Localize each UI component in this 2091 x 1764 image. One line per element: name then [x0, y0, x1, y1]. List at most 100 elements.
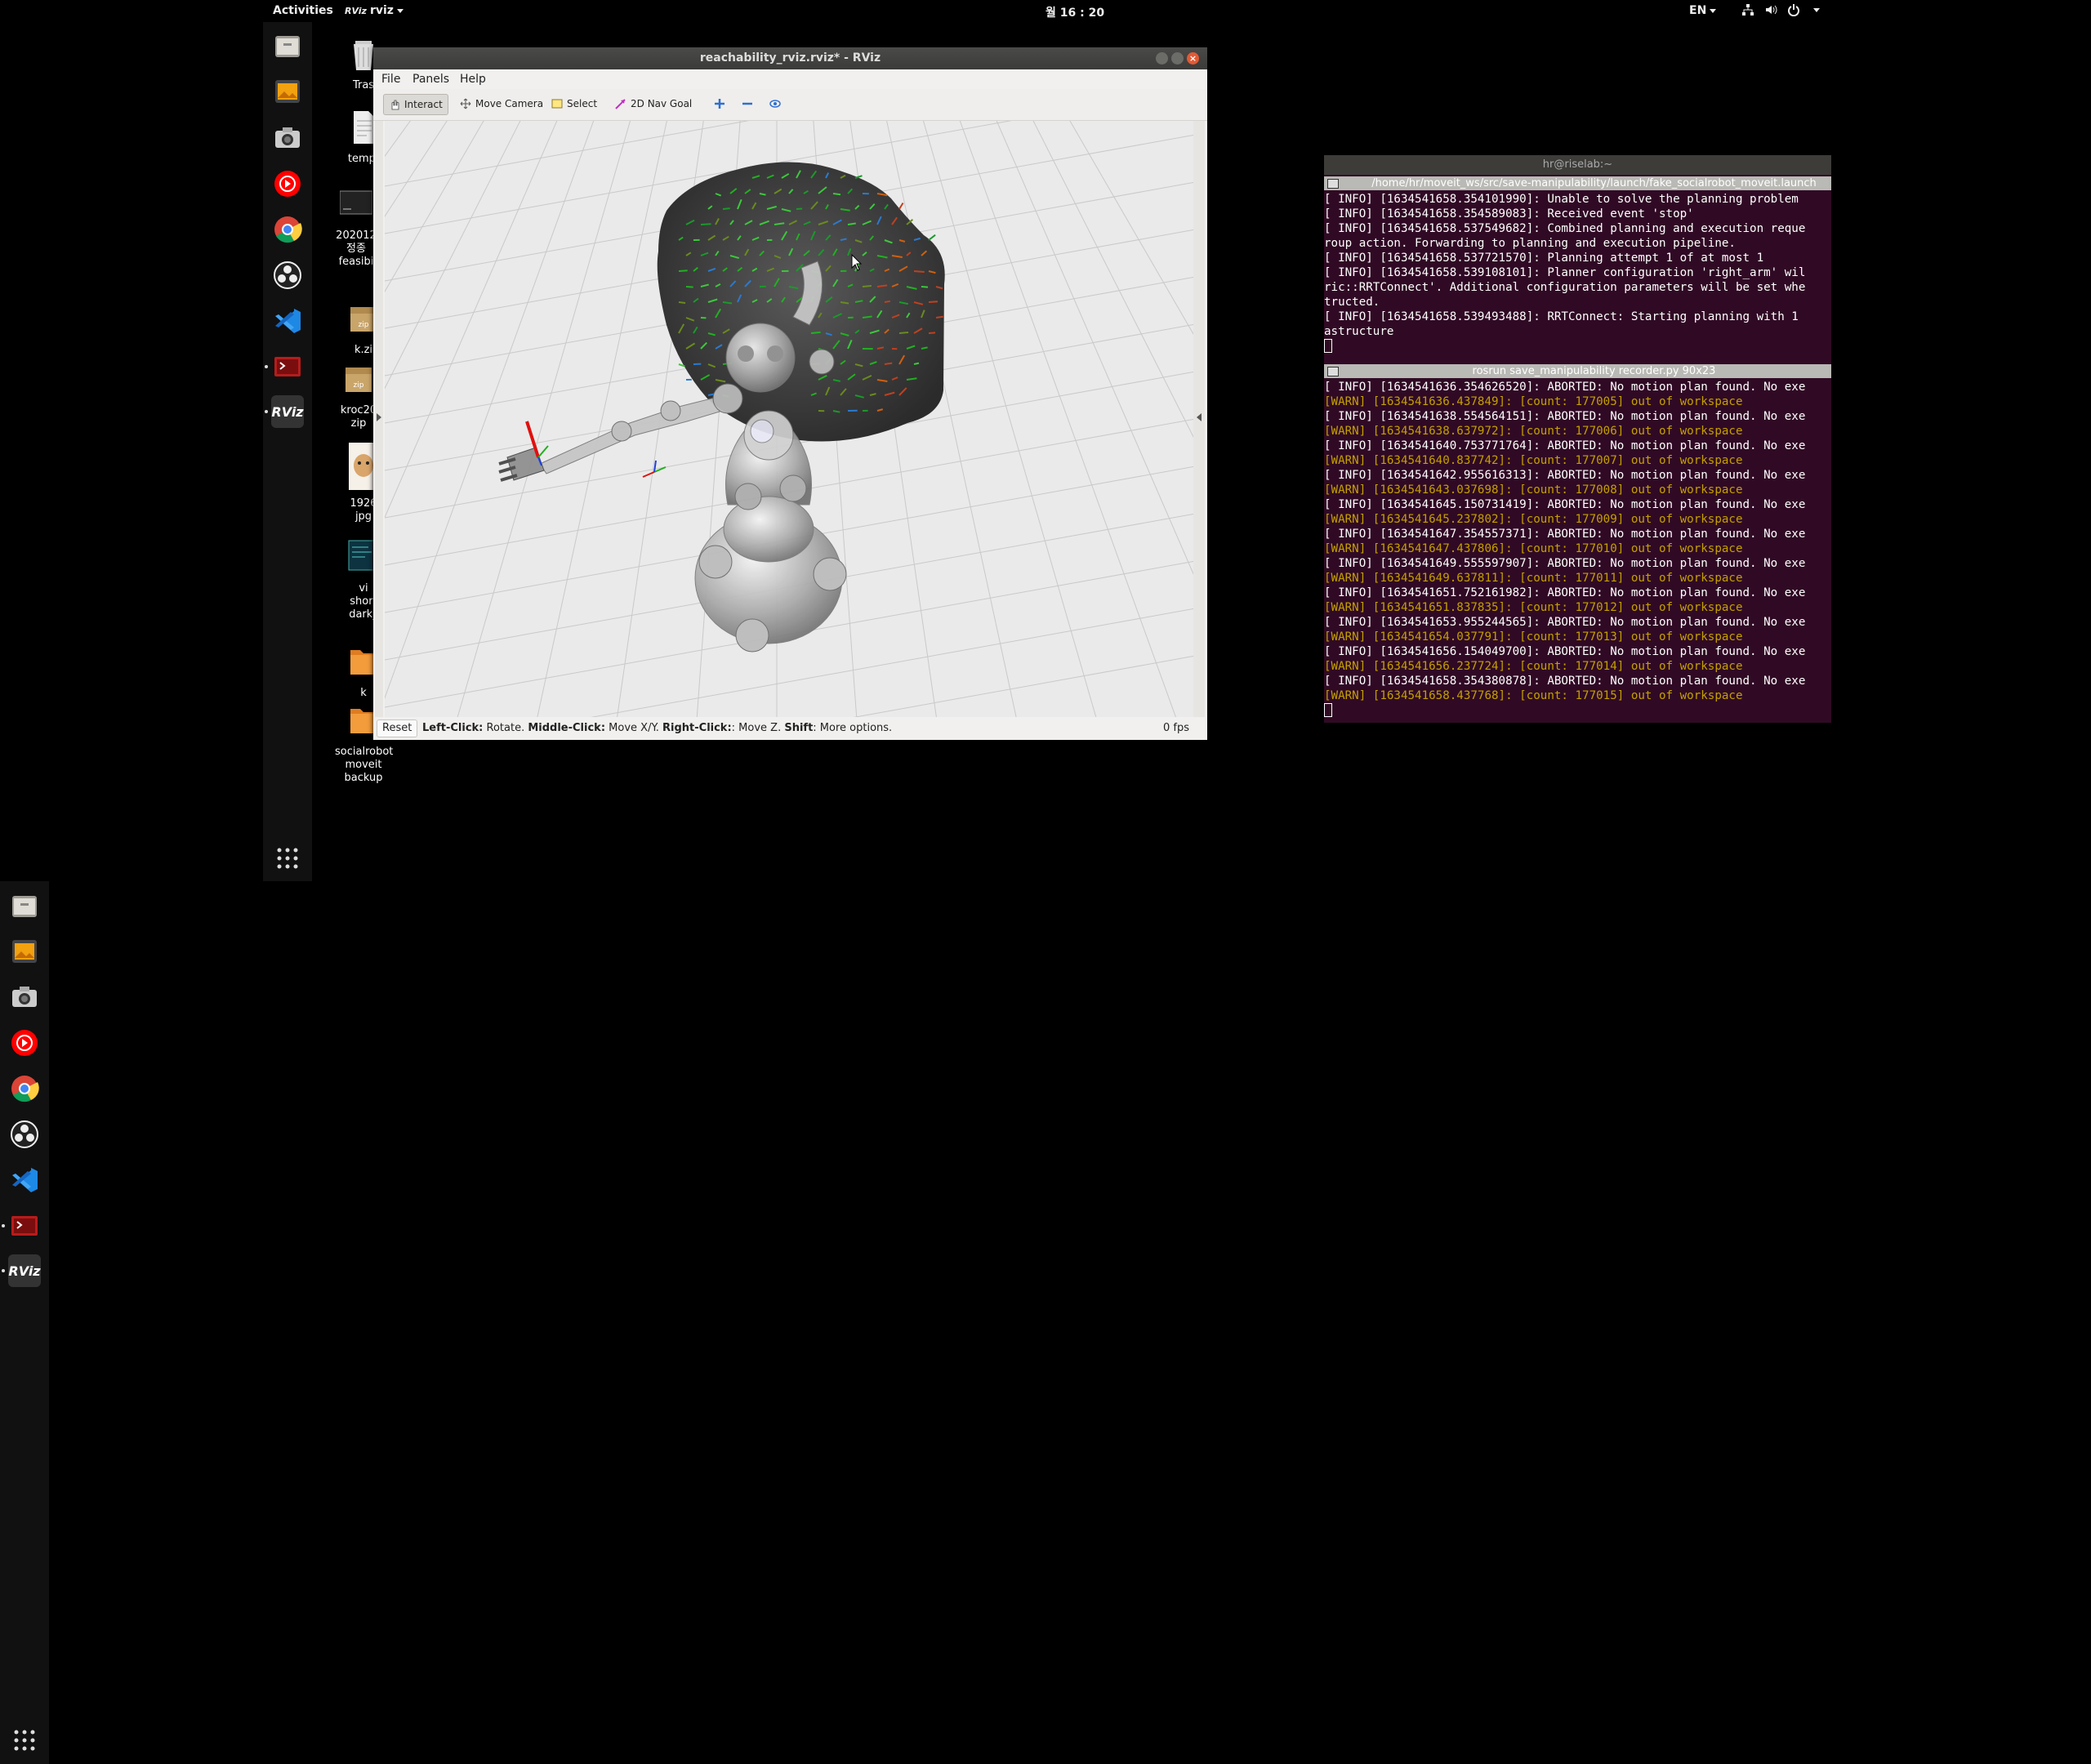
close-button[interactable]: ×: [1187, 52, 1199, 65]
window-titlebar[interactable]: reachability_rviz.rviz* - RViz ×: [373, 47, 1207, 69]
camera-icon[interactable]: [271, 122, 304, 154]
tool-select[interactable]: Select: [546, 94, 602, 114]
terminal-app-icon[interactable]: [8, 1209, 41, 1242]
svg-text:zip: zip: [359, 321, 369, 329]
running-indicator: [2, 1224, 5, 1227]
image-viewer-icon[interactable]: [8, 935, 41, 968]
terminal-line: ric::RRTConnect'. Additional configurati…: [1324, 281, 1806, 294]
plus-icon: [715, 99, 724, 109]
vscode-icon[interactable]: [8, 1164, 41, 1196]
remove-tool-button[interactable]: [738, 96, 757, 112]
hint-left-click: Left-Click:: [422, 722, 484, 734]
terminal-warn-line: [WARN] [1634541643.037698]: [count: 1770…: [1324, 483, 1743, 497]
terminal-warn-line: [WARN] [1634541651.837835]: [count: 1770…: [1324, 601, 1743, 614]
3d-viewport[interactable]: [385, 121, 1200, 717]
top-bar: Activities RViz rviz 월 16 : 20 EN: [263, 0, 1831, 22]
terminal-pane-2[interactable]: [ INFO] [1634541636.354626520]: ABORTED:…: [1324, 380, 1831, 718]
terminal-info-line: [ INFO] [1634541636.354626520]: ABORTED:…: [1324, 381, 1806, 394]
svg-text:zip: zip: [354, 381, 364, 390]
activities-button[interactable]: Activities: [273, 4, 333, 17]
window-title: reachability_rviz.rviz* - RViz: [699, 51, 881, 65]
rviz-app-icon[interactable]: RViz: [8, 1254, 41, 1287]
network-icon[interactable]: [1741, 3, 1754, 16]
terminal-warn-line: [WARN] [1634541654.037791]: [count: 1770…: [1324, 630, 1743, 644]
close-icon: ×: [1188, 53, 1197, 64]
app-menu-prefix: RViz: [345, 6, 367, 16]
terminal-warn-line: [WARN] [1634541645.237802]: [count: 1770…: [1324, 513, 1743, 526]
terminal-info-line: [ INFO] [1634541656.154049700]: ABORTED:…: [1324, 645, 1806, 658]
tool-interact-label: Interact: [404, 99, 443, 110]
hint-shift: Shift: [784, 722, 814, 734]
terminal-warn-line: [WARN] [1634541649.637811]: [count: 1770…: [1324, 572, 1743, 585]
fps-counter: 0 fps: [1162, 722, 1189, 734]
tool-properties-button[interactable]: [765, 96, 785, 112]
terminal-app-icon[interactable]: [271, 350, 304, 383]
camera-icon[interactable]: [8, 981, 41, 1013]
tool-interact[interactable]: Interact: [383, 94, 448, 115]
hint-right-click: Right-Click:: [662, 722, 732, 734]
chevron-right-icon: [377, 413, 381, 421]
left-dock-collapse-handle[interactable]: [375, 121, 383, 717]
hint-right-click-action: : Move Z.: [731, 722, 785, 734]
image-viewer-icon[interactable]: [271, 75, 304, 108]
status-bar: Reset Left-Click: Rotate. Middle-Click: …: [373, 717, 1207, 740]
right-dock-collapse-handle[interactable]: [1193, 121, 1205, 717]
vscode-icon[interactable]: [271, 305, 304, 337]
menu-help[interactable]: Help: [460, 73, 486, 86]
terminal-info-line: [ INFO] [1634541653.955244565]: ABORTED:…: [1324, 616, 1806, 629]
terminal-line: [ INFO] [1634541658.539108101]: Planner …: [1324, 266, 1806, 279]
hint-shift-action: : More options.: [813, 722, 893, 734]
dock-secondary: RViz: [0, 881, 49, 1764]
terminal-info-line: [ INFO] [1634541642.955616313]: ABORTED:…: [1324, 469, 1806, 482]
files-icon[interactable]: [271, 29, 304, 62]
tool-2d-nav-goal[interactable]: 2D Nav Goal: [610, 94, 697, 114]
rviz-window: reachability_rviz.rviz* - RViz × File Pa…: [373, 47, 1207, 740]
minimize-button[interactable]: [1156, 52, 1168, 65]
show-applications-icon[interactable]: [11, 1727, 38, 1753]
chevron-down-icon: [396, 8, 403, 13]
terminal-warn-line: [WARN] [1634541647.437806]: [count: 1770…: [1324, 542, 1743, 555]
youtube-music-icon[interactable]: [271, 167, 304, 200]
obs-icon[interactable]: [8, 1118, 41, 1151]
volume-icon[interactable]: [1764, 3, 1777, 16]
app-menu[interactable]: RViz rviz: [345, 4, 403, 17]
tool-select-label: Select: [567, 98, 598, 109]
system-menu-chevron-icon[interactable]: [1813, 8, 1820, 12]
terminal-pane-header[interactable]: /home/hr/moveit_ws/src/save-manipulabili…: [1324, 176, 1831, 190]
terminal-titlebar[interactable]: hr@riselab:~: [1324, 155, 1831, 175]
reset-button[interactable]: Reset: [377, 719, 418, 737]
files-icon[interactable]: [8, 889, 41, 922]
show-applications-icon[interactable]: [274, 845, 301, 871]
terminal-line: [ INFO] [1634541658.539493488]: RRTConne…: [1324, 310, 1799, 323]
terminal-line: [ INFO] [1634541658.354589083]: Received…: [1324, 207, 1694, 220]
add-tool-button[interactable]: [710, 96, 729, 112]
terminal-info-line: [ INFO] [1634541638.554564151]: ABORTED:…: [1324, 410, 1806, 423]
select-box-icon: [551, 99, 563, 109]
terminal-pane-header[interactable]: rosrun save_manipulability recorder.py 9…: [1324, 364, 1831, 378]
terminal-file-icon: [339, 190, 373, 215]
running-indicator: [265, 410, 268, 413]
obs-icon[interactable]: [271, 259, 304, 292]
rviz-app-icon[interactable]: RViz: [271, 395, 304, 428]
terminal-cursor: [1324, 339, 1831, 354]
chevron-left-icon: [1197, 413, 1202, 421]
youtube-music-icon[interactable]: [8, 1027, 41, 1059]
terminal-info-line: [ INFO] [1634541651.752161982]: ABORTED:…: [1324, 586, 1806, 599]
power-icon[interactable]: [1787, 3, 1800, 16]
terminal-window[interactable]: hr@riselab:~ /home/hr/moveit_ws/src/save…: [1324, 155, 1831, 723]
language-indicator[interactable]: EN: [1689, 4, 1717, 17]
menu-file[interactable]: File: [381, 73, 400, 86]
3d-scene[interactable]: [385, 121, 1200, 717]
chrome-icon[interactable]: [8, 1072, 41, 1105]
terminal-line: [ INFO] [1634541658.354101990]: Unable t…: [1324, 193, 1799, 206]
maximize-button[interactable]: [1171, 52, 1184, 65]
terminal-info-line: [ INFO] [1634541640.753771764]: ABORTED:…: [1324, 439, 1806, 452]
tool-move-camera[interactable]: Move Camera: [455, 94, 548, 114]
eye-icon: [769, 100, 781, 108]
tool-move-camera-label: Move Camera: [475, 98, 544, 109]
chrome-icon[interactable]: [271, 213, 304, 246]
terminal-info-line: [ INFO] [1634541645.150731419]: ABORTED:…: [1324, 498, 1806, 511]
menu-panels[interactable]: Panels: [412, 73, 449, 86]
clock[interactable]: 월 16 : 20: [1046, 4, 1104, 20]
terminal-pane-1[interactable]: [ INFO] [1634541658.354101990]: Unable t…: [1324, 192, 1831, 354]
